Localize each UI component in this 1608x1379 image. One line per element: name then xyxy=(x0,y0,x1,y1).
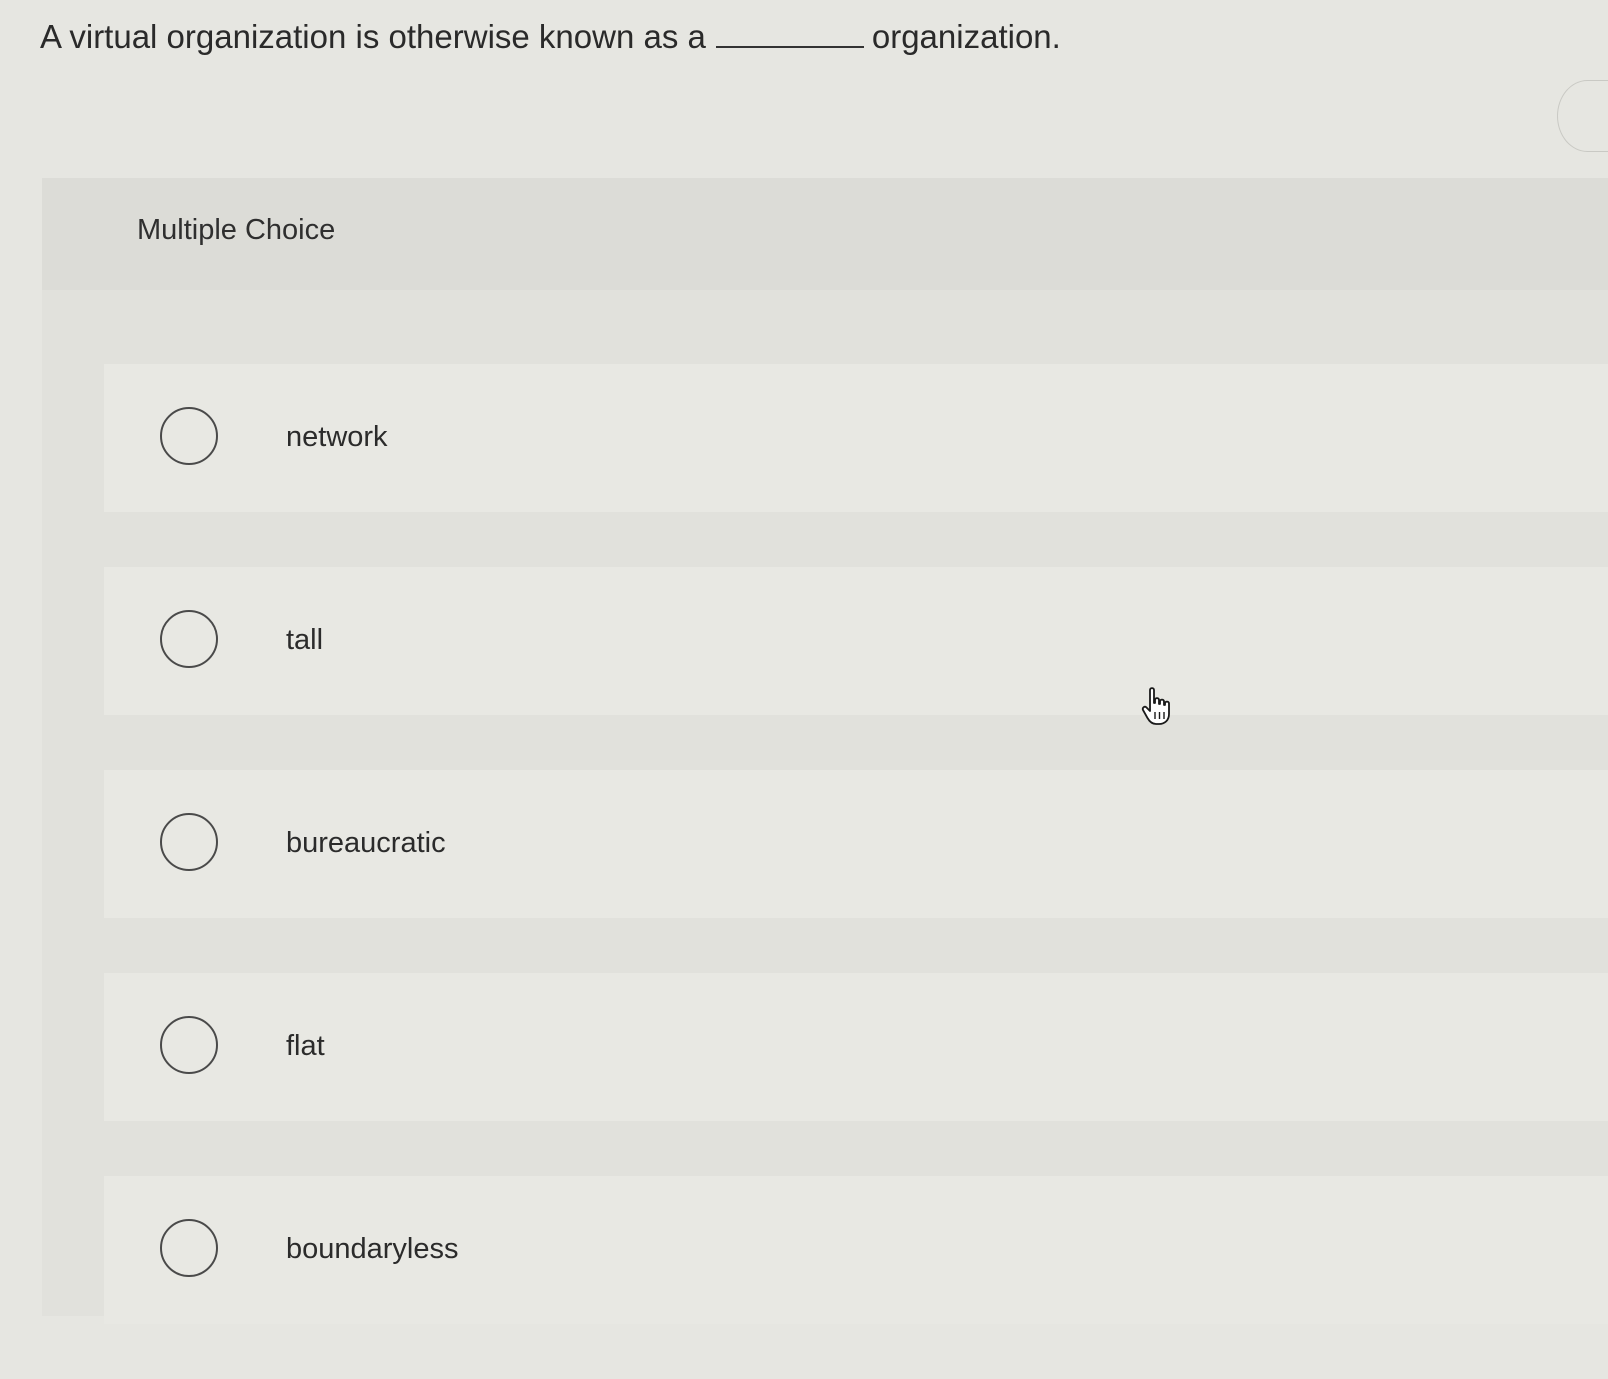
radio-button[interactable] xyxy=(160,610,218,668)
choice-label: tall xyxy=(286,624,324,656)
radio-button[interactable] xyxy=(160,813,218,871)
radio-button[interactable] xyxy=(160,1219,218,1277)
choice-flat[interactable]: flat xyxy=(104,973,1608,1121)
choice-label: flat xyxy=(286,1030,325,1062)
corner-arc-decoration xyxy=(1557,80,1608,152)
question-suffix: organization. xyxy=(871,18,1061,55)
choice-bureaucratic[interactable]: bureaucratic xyxy=(104,770,1608,918)
choice-tall[interactable]: tall xyxy=(104,567,1608,715)
question-prefix: A virtual organization is otherwise know… xyxy=(40,18,706,55)
hand-pointer-icon xyxy=(1141,687,1170,725)
choice-label: network xyxy=(286,421,388,453)
radio-button[interactable] xyxy=(160,407,218,465)
radio-button[interactable] xyxy=(160,1016,218,1074)
choice-boundaryless[interactable]: boundaryless xyxy=(104,1176,1608,1324)
choice-label: boundaryless xyxy=(286,1233,459,1265)
question-text: A virtual organization is otherwise know… xyxy=(40,14,1061,60)
panel-title: Multiple Choice xyxy=(137,214,336,246)
multiple-choice-panel: Multiple Choice network tall bureaucrati… xyxy=(42,178,1608,1324)
answer-blank xyxy=(715,16,864,48)
choice-network[interactable]: network xyxy=(104,364,1608,512)
choice-label: bureaucratic xyxy=(286,827,446,859)
panel-header: Multiple Choice xyxy=(42,178,1608,290)
choice-list: network tall bureaucratic flat boundaryl… xyxy=(104,364,1608,1379)
